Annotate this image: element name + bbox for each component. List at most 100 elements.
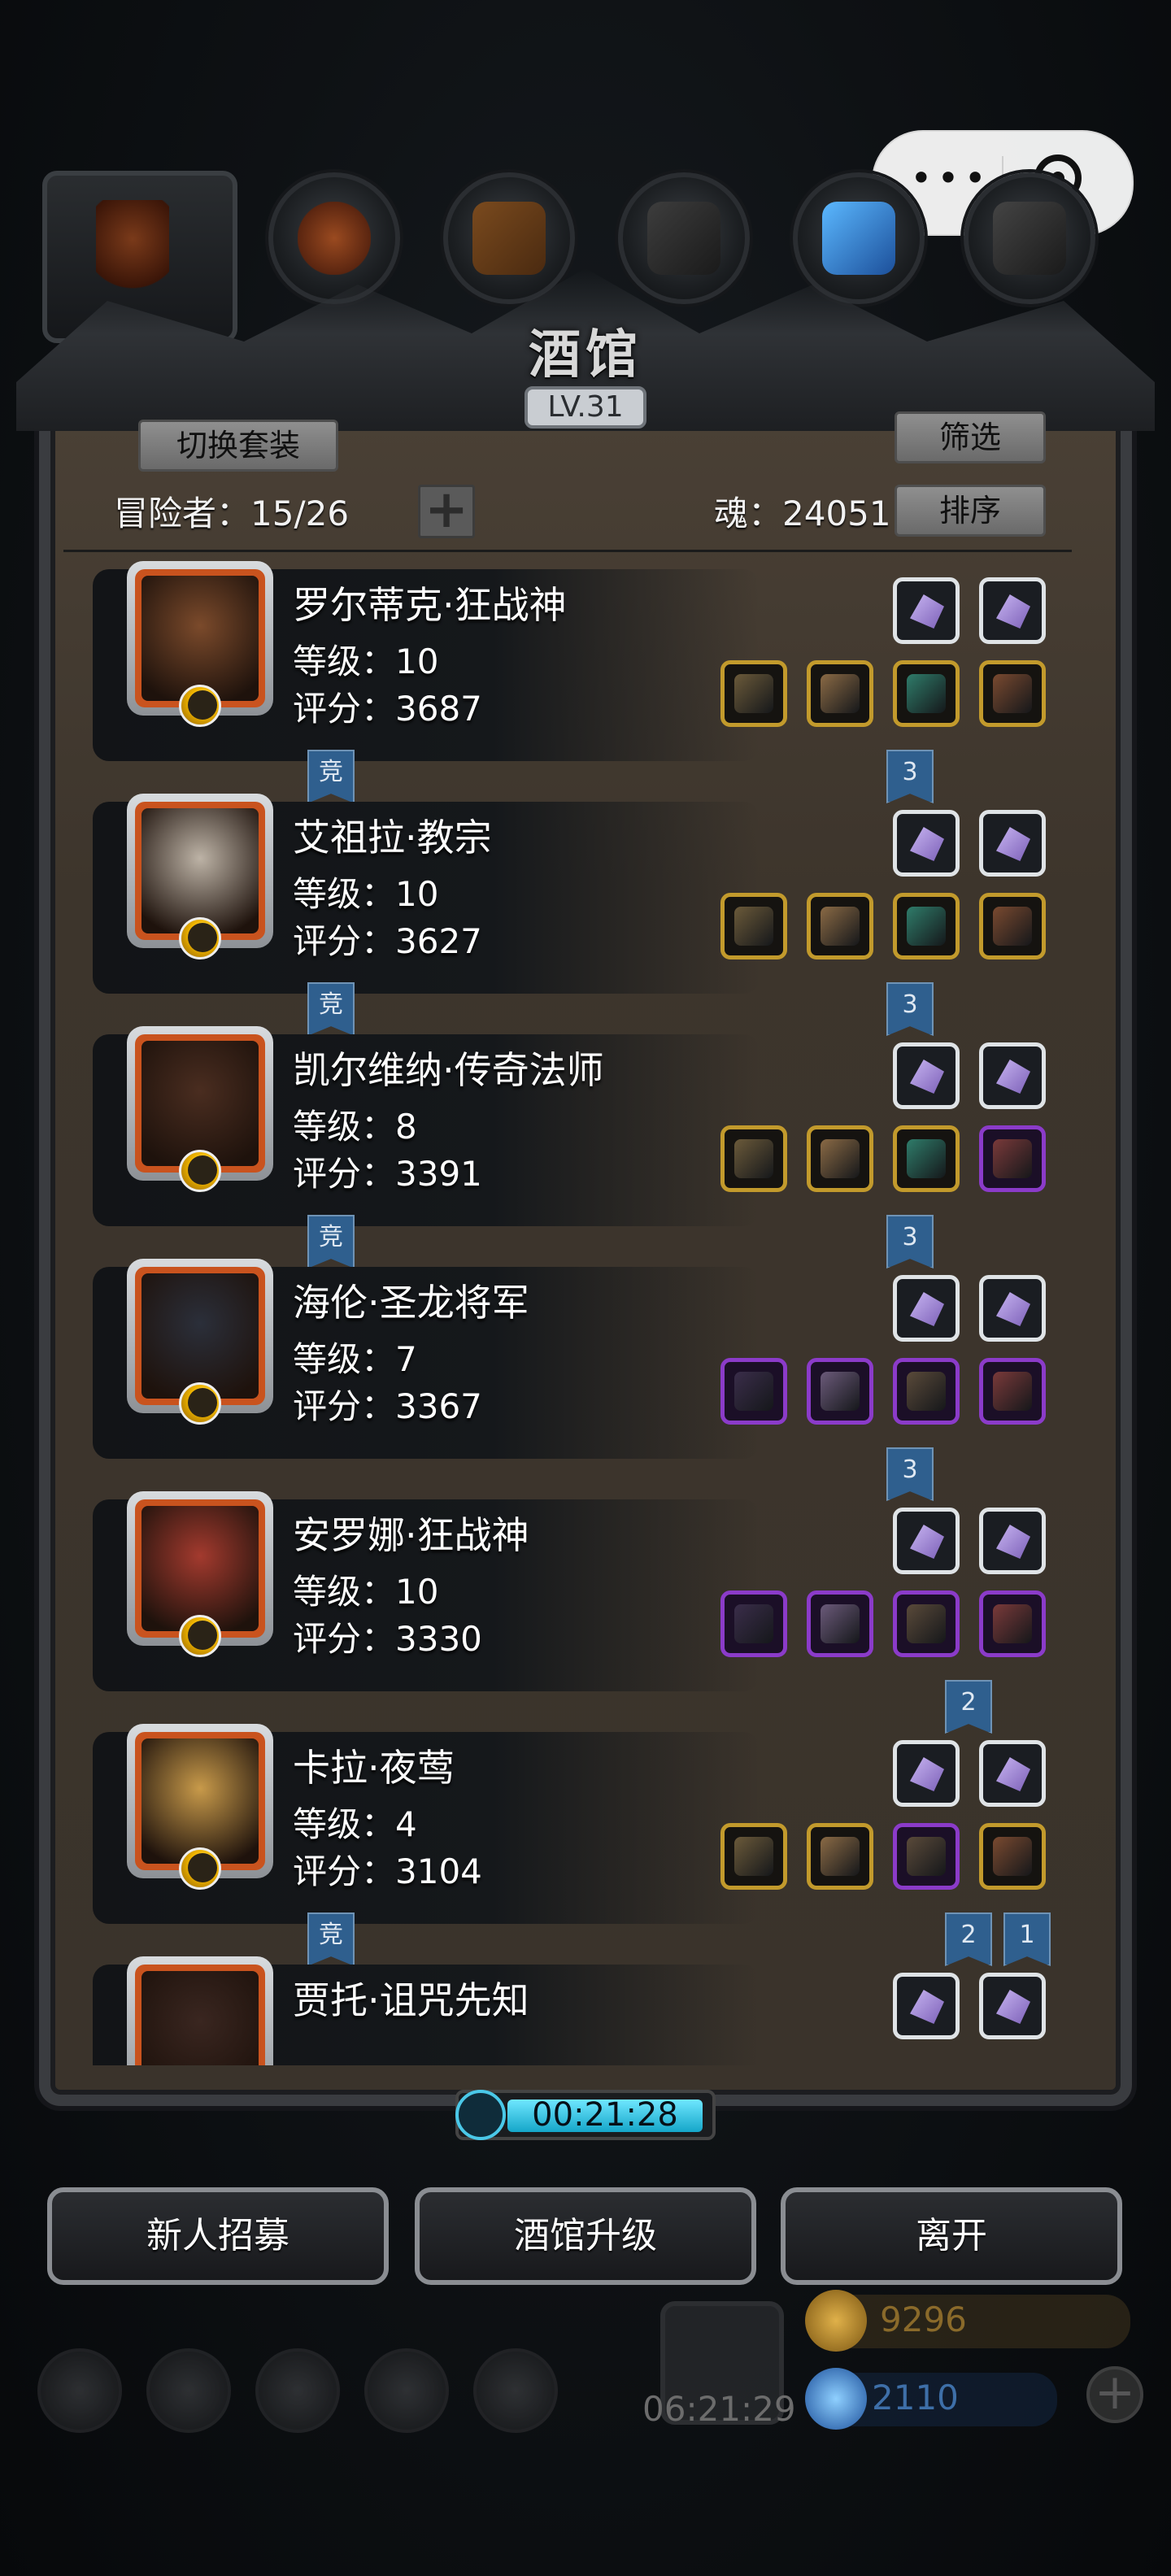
- add-adventurer-button[interactable]: +: [418, 484, 475, 538]
- equipment-slot[interactable]: [807, 1823, 873, 1890]
- equipment-slot[interactable]: [807, 660, 873, 727]
- leave-button[interactable]: 离开: [781, 2187, 1122, 2285]
- hero-level: 等级：4: [293, 1804, 417, 1844]
- equipment-slot[interactable]: [720, 1590, 787, 1657]
- equipment-slot[interactable]: [807, 1590, 873, 1657]
- settings-icon[interactable]: [37, 2348, 122, 2433]
- hero-name: 卡拉·夜莺: [293, 1746, 455, 1790]
- equipment-icon: [821, 674, 860, 713]
- hero-score: 评分：3330: [293, 1619, 482, 1659]
- equipment-slot[interactable]: [979, 1125, 1046, 1192]
- hero-card[interactable]: 凯尔维纳·传奇法师 等级：8 评分：3391 竞 3: [93, 1026, 1093, 1268]
- equipment-icon: [821, 1604, 860, 1643]
- recruit-button[interactable]: 新人招募: [47, 2187, 389, 2285]
- add-currency-button[interactable]: +: [1086, 2366, 1143, 2423]
- hero-level: 等级：8: [293, 1107, 417, 1147]
- sort-button[interactable]: 排序: [895, 485, 1046, 537]
- gem-slot[interactable]: [893, 810, 960, 877]
- moon-icon: [179, 1150, 221, 1192]
- gem-slot[interactable]: [979, 577, 1046, 644]
- hero-name: 安罗娜·狂战神: [293, 1513, 529, 1557]
- equipment-slot[interactable]: [893, 1125, 960, 1192]
- page-title: 酒馆: [529, 324, 642, 385]
- moon-icon: [179, 1615, 221, 1657]
- mail-icon[interactable]: [364, 2348, 449, 2433]
- equipment-icon: [821, 1372, 860, 1411]
- equipment-slot[interactable]: [979, 1590, 1046, 1657]
- equipment-slot[interactable]: [893, 1823, 960, 1890]
- gem-slot[interactable]: [893, 1973, 960, 2039]
- equipment-slot[interactable]: [720, 1358, 787, 1425]
- gem-slot[interactable]: [893, 1275, 960, 1342]
- crystal-icon[interactable]: [793, 172, 925, 304]
- gem-slot[interactable]: [979, 1508, 1046, 1574]
- hero-score: 评分：3367: [293, 1386, 482, 1426]
- equipment-slot[interactable]: [720, 660, 787, 727]
- gem-slot[interactable]: [893, 1508, 960, 1574]
- equipment-slot[interactable]: [979, 893, 1046, 959]
- equipment-slot[interactable]: [720, 1823, 787, 1890]
- bag-icon[interactable]: [473, 2348, 558, 2433]
- equipment-slot[interactable]: [893, 893, 960, 959]
- iron-icon[interactable]: [618, 172, 750, 304]
- plus-icon: +: [424, 480, 468, 540]
- gem-slot[interactable]: [893, 577, 960, 644]
- hero-card[interactable]: 海伦·圣龙将军 等级：7 评分：3367 3: [93, 1259, 1093, 1501]
- equipment-icon: [821, 1139, 860, 1178]
- refresh-timer: 00:21:28: [455, 2090, 716, 2140]
- equipment-icon: [734, 1139, 773, 1178]
- equipment-icon: [993, 1139, 1032, 1178]
- achievement-icon[interactable]: [146, 2348, 231, 2433]
- hero-level: 等级：10: [293, 874, 439, 914]
- hero-card[interactable]: 罗尔蒂克·狂战神 等级：10 评分：3687 竞 3: [93, 561, 1093, 803]
- equipment-slot[interactable]: [807, 1125, 873, 1192]
- gem-slot[interactable]: [979, 810, 1046, 877]
- hero-card[interactable]: 卡拉·夜莺 等级：4 评分：3104 竞 2 1: [93, 1724, 1093, 1966]
- equipment-slot[interactable]: [893, 1590, 960, 1657]
- equipment-slot[interactable]: [720, 893, 787, 959]
- switch-outfit-button[interactable]: 切换套装: [138, 420, 338, 472]
- gold-icon: [805, 2290, 867, 2352]
- moon-icon: [179, 1847, 221, 1890]
- equipment-slot[interactable]: [807, 1358, 873, 1425]
- shop-icon[interactable]: [255, 2348, 340, 2433]
- iron-glyph: [647, 202, 720, 275]
- soul-count: 魂：24051: [714, 494, 891, 533]
- meat-icon[interactable]: [268, 172, 400, 304]
- hero-face: [141, 1971, 259, 2065]
- gem-slot[interactable]: [979, 1973, 1046, 2039]
- equipment-icon: [907, 1372, 946, 1411]
- anvil-icon[interactable]: [964, 172, 1095, 304]
- moon-icon: [179, 685, 221, 727]
- meat-glyph: [298, 202, 371, 275]
- equipment-icon: [993, 1372, 1032, 1411]
- equipment-slot[interactable]: [979, 1358, 1046, 1425]
- equipment-icon: [993, 1604, 1032, 1643]
- equipment-slot[interactable]: [893, 660, 960, 727]
- wood-glyph: [472, 202, 546, 275]
- gem-slot[interactable]: [979, 1740, 1046, 1807]
- equipment-slot[interactable]: [893, 1358, 960, 1425]
- equipment-slot[interactable]: [979, 1823, 1046, 1890]
- upgrade-tavern-button[interactable]: 酒馆升级: [415, 2187, 756, 2285]
- equipment-slot[interactable]: [807, 893, 873, 959]
- equipment-slot[interactable]: [979, 660, 1046, 727]
- equipment-icon: [821, 907, 860, 946]
- crystal-glyph: [822, 202, 895, 275]
- hero-name: 凯尔维纳·传奇法师: [293, 1048, 604, 1092]
- hero-face: [141, 1273, 259, 1399]
- hero-list[interactable]: 罗尔蒂克·狂战神 等级：10 评分：3687 竞 3 艾祖拉·教宗 等级：10 评分：3627…: [52, 561, 1109, 2065]
- wood-icon[interactable]: [443, 172, 575, 304]
- gem-slot[interactable]: [893, 1740, 960, 1807]
- hero-card[interactable]: 贾托·诅咒先知: [93, 1956, 1093, 2065]
- filter-button[interactable]: 筛选: [895, 411, 1046, 463]
- clock-icon: [455, 2090, 506, 2140]
- equipment-icon: [993, 1837, 1032, 1876]
- hero-portrait[interactable]: [127, 1956, 273, 2065]
- hero-card[interactable]: 艾祖拉·教宗 等级：10 评分：3627 竞 3: [93, 794, 1093, 1036]
- gem-slot[interactable]: [979, 1042, 1046, 1109]
- hero-card[interactable]: 安罗娜·狂战神 等级：10 评分：3330 2: [93, 1491, 1093, 1734]
- equipment-slot[interactable]: [720, 1125, 787, 1192]
- gem-slot[interactable]: [979, 1275, 1046, 1342]
- gem-slot[interactable]: [893, 1042, 960, 1109]
